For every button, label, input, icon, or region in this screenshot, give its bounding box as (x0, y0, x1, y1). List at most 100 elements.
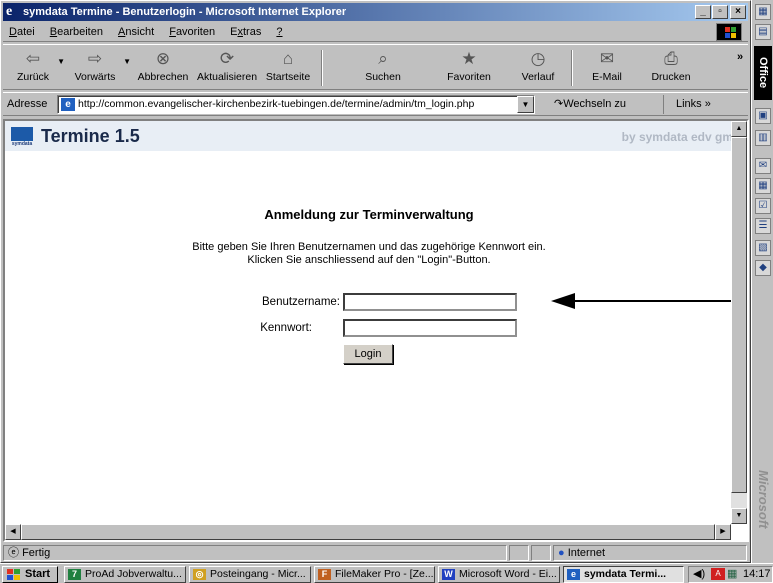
status-bar: ⓔ Fertig ● Internet (3, 544, 749, 562)
taskbar: Start 7 ProAd Jobverwaltu... ◎ Posteinga… (0, 563, 773, 583)
clock: 14:17 (743, 568, 771, 580)
page-icon: e (61, 98, 75, 111)
stop-icon: ⊗ (155, 49, 171, 68)
toolbar-separator (571, 50, 573, 86)
microsoft-watermark: Microsoft (756, 470, 771, 529)
desktop: e symdata Termine - Benutzerlogin - Micr… (0, 0, 773, 583)
taskbar-item[interactable]: F FileMaker Pro - [Ze... (314, 566, 435, 583)
page-header: symdata Termine 1.5 by symdata edv gm (5, 121, 733, 151)
office-mail-icon[interactable]: ✉ (755, 158, 771, 174)
office-menu-icon[interactable]: ▦ (755, 4, 771, 20)
logo-block (11, 127, 33, 141)
filemaker-icon: F (318, 569, 331, 580)
chevron-down-icon[interactable]: ▼ (57, 57, 65, 66)
menu-datei[interactable]: Datei (3, 23, 41, 38)
start-button[interactable]: Start (2, 566, 58, 583)
address-dropdown-button[interactable]: ▼ (517, 96, 534, 113)
office-folder-icon[interactable]: ▤ (755, 24, 771, 40)
standard-toolbar: ⇦ Zurück ▼ ⇨ Vorwärts ▼ ⊗ Abbrechen ⟳ Ak… (3, 44, 748, 90)
taskbar-item-active[interactable]: e symdata Termi... (563, 566, 684, 583)
pointer-arrow-icon (551, 293, 747, 309)
minimize-button[interactable]: _ (695, 5, 711, 19)
menu-help[interactable]: ? (270, 23, 288, 38)
office-logo: Office (754, 46, 772, 100)
login-instructions: Bitte geben Sie Ihren Benutzernamen und … (192, 241, 546, 266)
horizontal-scroll-thumb[interactable] (21, 524, 715, 540)
window-title: symdata Termine - Benutzerlogin - Micros… (23, 6, 347, 18)
search-icon: ⌕ (378, 49, 388, 68)
ie-page-icon: ⓔ (8, 547, 23, 559)
scroll-up-button[interactable]: ▲ (731, 121, 747, 137)
vertical-scroll-thumb[interactable] (731, 137, 747, 493)
mail-button[interactable]: ✉ E-Mail (587, 47, 627, 89)
app-title: Termine 1.5 (41, 126, 140, 146)
menu-ansicht[interactable]: Ansicht (112, 23, 160, 38)
login-button[interactable]: Login (343, 344, 393, 364)
office-calendar-icon[interactable]: ▦ (755, 178, 771, 194)
close-button[interactable]: × (730, 5, 746, 19)
scroll-right-button[interactable]: ▶ (715, 524, 731, 540)
windows-logo-icon (7, 569, 20, 580)
chevron-down-icon[interactable]: ▼ (123, 57, 131, 66)
forward-arrow-icon: ⇨ (87, 49, 103, 68)
toolbar-overflow-button[interactable]: » (737, 51, 743, 63)
menu-bar: Datei Bearbeiten Ansicht Favoriten Extra… (3, 23, 748, 42)
history-icon: ◷ (530, 49, 546, 68)
ie-icon: e (567, 569, 580, 580)
menu-extras[interactable]: Extras (224, 23, 267, 38)
forward-button[interactable]: ⇨ Vorwärts ▼ (69, 47, 131, 89)
username-input[interactable] (343, 293, 517, 311)
search-button[interactable]: ⌕ Suchen (358, 47, 408, 89)
globe-icon: ● (558, 547, 568, 559)
office-shortcut-bar: ▦ ▤ Office ▣ ▥ ✉ ▦ ☑ ☰ ▧ ◆ Microsoft (751, 0, 773, 563)
menu-bearbeiten[interactable]: Bearbeiten (44, 23, 109, 38)
refresh-button[interactable]: ⟳ Aktualisieren (195, 47, 259, 89)
address-input[interactable]: e http://common.evangelischer-kirchenbez… (57, 95, 535, 114)
proad-icon: 7 (68, 569, 81, 580)
refresh-icon: ⟳ (219, 49, 235, 68)
office-journal-icon[interactable]: ▧ (755, 240, 771, 256)
office-task-icon[interactable]: ☑ (755, 198, 771, 214)
stop-button[interactable]: ⊗ Abbrechen (133, 47, 193, 89)
windows-throbber-icon (716, 23, 742, 41)
network-icon[interactable]: ▦ (727, 567, 737, 582)
home-button[interactable]: ⌂ Startseite (261, 47, 315, 89)
antivirus-icon[interactable]: A (711, 568, 725, 580)
links-button[interactable]: Links » (663, 95, 747, 114)
speaker-icon[interactable]: ◀) (693, 567, 705, 582)
go-button[interactable]: ↷Wechseln zu (554, 97, 626, 110)
ie-logo-icon: e (6, 4, 13, 19)
taskbar-item[interactable]: ◎ Posteingang - Micr... (189, 566, 311, 583)
word-icon: W (442, 569, 455, 580)
horizontal-scrollbar[interactable]: ◀ ▶ (5, 524, 731, 540)
password-input[interactable] (343, 319, 517, 337)
status-cell (509, 545, 529, 561)
security-zone: ● Internet (553, 545, 747, 561)
title-bar[interactable]: e symdata Termine - Benutzerlogin - Micr… (3, 3, 748, 21)
symdata-logo: symdata (11, 127, 33, 147)
taskbar-item[interactable]: 7 ProAd Jobverwaltu... (64, 566, 186, 583)
password-label: Kennwort: (260, 322, 312, 334)
maximize-button[interactable]: ▫ (712, 5, 728, 19)
browser-window: e symdata Termine - Benutzerlogin - Micr… (0, 0, 751, 563)
office-open-icon[interactable]: ▥ (755, 130, 771, 146)
office-contact-icon[interactable]: ☰ (755, 218, 771, 234)
office-note-icon[interactable]: ◆ (755, 260, 771, 276)
print-button[interactable]: ⎙ Drucken (647, 47, 695, 89)
office-new-doc-icon[interactable]: ▣ (755, 108, 771, 124)
scroll-down-button[interactable]: ▼ (731, 508, 747, 524)
login-heading: Anmeldung zur Terminverwaltung (264, 207, 474, 222)
page-viewport: symdata Termine 1.5 by symdata edv gm An… (3, 119, 749, 542)
vertical-scrollbar[interactable]: ▲ ▼ (731, 121, 747, 524)
history-button[interactable]: ◷ Verlauf (515, 47, 561, 89)
home-icon: ⌂ (282, 49, 294, 68)
status-text: ⓔ Fertig (3, 545, 507, 561)
menu-favoriten[interactable]: Favoriten (163, 23, 221, 38)
go-arrow-icon: ↷ (554, 98, 564, 110)
favorites-button[interactable]: ★ Favoriten (441, 47, 497, 89)
back-button[interactable]: ⇦ Zurück ▼ (11, 47, 65, 89)
toolbar-separator (321, 50, 323, 86)
favorites-icon: ★ (461, 49, 477, 68)
scroll-left-button[interactable]: ◀ (5, 524, 21, 540)
taskbar-item[interactable]: W Microsoft Word - Ei... (438, 566, 560, 583)
